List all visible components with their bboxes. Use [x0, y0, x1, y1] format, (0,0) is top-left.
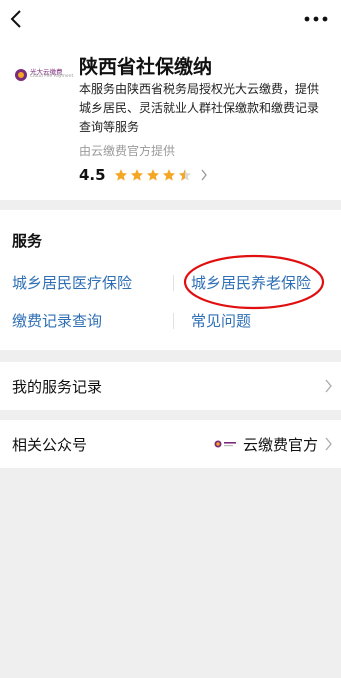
- logo-subtext: Cloud Fee Payment: [30, 74, 74, 79]
- account-logo-icon: [214, 440, 236, 448]
- services-title: 服务: [12, 232, 43, 250]
- page-title: 陕西省社保缴纳: [79, 56, 213, 78]
- star-icon: [146, 169, 159, 181]
- more-icon[interactable]: [301, 8, 331, 30]
- service-description: 本服务由陕西省税务局授权光大云缴费，提供城乡居民、灵活就业人群社保缴款和缴费记录…: [79, 82, 320, 134]
- chevron-right-icon: [325, 379, 332, 393]
- back-icon[interactable]: [6, 8, 28, 30]
- chevron-right-icon: [201, 169, 207, 181]
- rating-stars: [114, 168, 192, 182]
- service-payment-records[interactable]: 缴费记录查询: [12, 310, 102, 331]
- service-faq[interactable]: 常见问题: [191, 310, 251, 331]
- highlight-ellipse: [183, 254, 325, 310]
- app-logo: 光大云缴费 Cloud Fee Payment: [14, 66, 73, 86]
- provider-text: 由云缴费官方提供: [79, 144, 176, 158]
- official-account-name: 云缴费官方: [243, 436, 319, 454]
- my-service-records-label: 我的服务记录: [12, 378, 103, 396]
- my-service-records-row[interactable]: 我的服务记录: [0, 362, 341, 410]
- app-header-card: 光大云缴费 Cloud Fee Payment 陕西省社保缴纳 本服务由陕西省税…: [0, 40, 341, 200]
- divider: [173, 313, 174, 329]
- divider: [173, 275, 174, 291]
- star-icon: [130, 169, 143, 181]
- rating-row[interactable]: 4.5: [79, 164, 208, 186]
- top-bar: [0, 0, 341, 40]
- logo-mark-icon: [15, 69, 27, 81]
- star-icon: [162, 169, 175, 181]
- half-star-icon: [178, 169, 191, 181]
- rating-value: 4.5: [79, 166, 106, 184]
- services-card: 服务 城乡居民医疗保险 城乡居民养老保险 缴费记录查询 常见问题: [0, 210, 341, 350]
- related-official-account-row[interactable]: 相关公众号 云缴费官方: [0, 420, 341, 468]
- related-official-account-label: 相关公众号: [12, 436, 88, 454]
- service-medical-insurance[interactable]: 城乡居民医疗保险: [12, 272, 132, 293]
- chevron-right-icon: [325, 437, 332, 451]
- star-icon: [114, 169, 127, 181]
